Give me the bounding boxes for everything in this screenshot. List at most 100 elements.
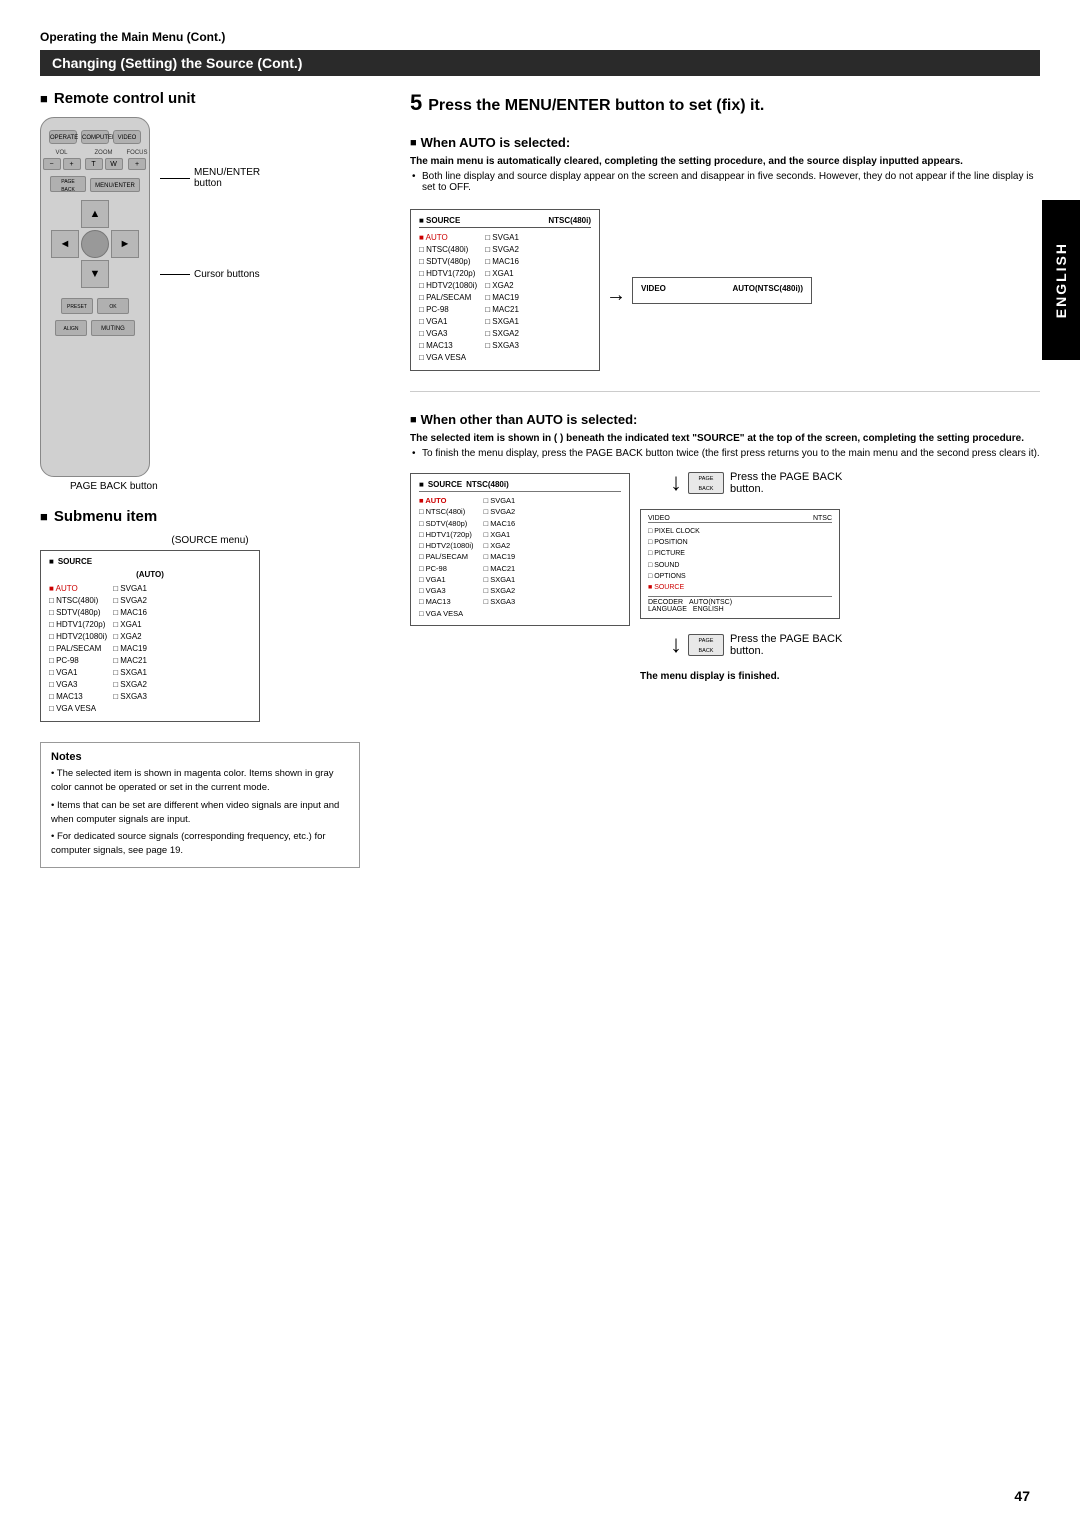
src-pc98: PC-98: [419, 304, 477, 316]
pb2-row: PAGEBACK Press the PAGE BACK button.: [688, 633, 842, 657]
remote-top-buttons: OPERATE COMPUTER VIDEO: [49, 130, 141, 144]
preset-btn[interactable]: PRESET: [61, 298, 93, 314]
cursor-annotation: Cursor buttons: [160, 269, 260, 280]
submenu-subtitle: (AUTO): [49, 570, 251, 579]
remote-wrap: OPERATE COMPUTER VIDEO VOL − +: [40, 117, 380, 477]
computer-btn[interactable]: COMPUTER: [81, 130, 109, 144]
dpad-left[interactable]: ◄: [51, 230, 79, 258]
src-xga1: XGA1: [485, 268, 519, 280]
cursor-label: Cursor buttons: [194, 269, 260, 280]
ls-ntsc480i: NTSC(480i): [419, 506, 474, 517]
source-screen: ■ SOURCE NTSC(480i) AUTO NTSC(480i) SDTV…: [410, 209, 600, 371]
submenu-title-text: SOURCE: [58, 557, 92, 566]
src-left-list: AUTO NTSC(480i) SDTV(480p) HDTV1(720p) H…: [419, 232, 477, 364]
ls-pc98: PC-98: [419, 563, 474, 574]
ok-btn[interactable]: OK: [97, 298, 129, 314]
dpad-empty-bl: [51, 260, 79, 288]
page-container: ENGLISH Operating the Main Menu (Cont.) …: [0, 0, 1080, 1528]
page-back-btn[interactable]: PAGEBACK: [50, 176, 86, 192]
arrow-right: →: [606, 284, 626, 307]
ls-sxga2: SXGA2: [484, 585, 516, 596]
when-other-section: When other than AUTO is selected: The se…: [410, 412, 1040, 682]
annot-line-1: [160, 178, 190, 179]
down-arrow-2: ↓ PAGEBACK Press the PAGE BACK button.: [670, 633, 842, 657]
sub-item-hdtv1: HDTV1(720p): [49, 619, 107, 631]
page-back-button-1[interactable]: PAGEBACK: [688, 472, 724, 494]
pb1-line2: button.: [730, 483, 842, 495]
sub-item-vga1: VGA1: [49, 667, 107, 679]
left-column: Remote control unit OPERATE COMPUTER VID…: [40, 90, 380, 868]
step5-row: 5 Press the MENU/ENTER button to set (fi…: [410, 90, 1040, 125]
video-btn[interactable]: VIDEO: [113, 130, 141, 144]
src-svga1: SVGA1: [485, 232, 519, 244]
ls-pal: PAL/SECAM: [419, 551, 474, 562]
zoom-label: ZOOM: [95, 150, 113, 156]
zoom-t[interactable]: T: [85, 158, 103, 170]
mms-language-label: LANGUAGE: [648, 606, 687, 613]
submenu-screen-icon: ■ SOURCE: [49, 557, 251, 566]
mms-video: VIDEO: [648, 515, 670, 522]
sub-item-vga3: VGA3: [49, 679, 107, 691]
pb1-line1: Press the PAGE BACK: [730, 471, 842, 483]
page-number: 47: [1014, 1488, 1030, 1504]
page-back-button-2[interactable]: PAGEBACK: [688, 634, 724, 656]
ls-sxga1: SXGA1: [484, 574, 516, 585]
pb2-text: Press the PAGE BACK button.: [730, 633, 842, 657]
align-btn[interactable]: ALIGN: [55, 320, 87, 336]
remote-heading: Remote control unit: [40, 90, 380, 107]
remote-annotations: MENU/ENTER button Cursor buttons: [160, 117, 260, 280]
other-bold1: The selected item is shown in ( ) beneat…: [410, 433, 1040, 444]
ls-sxga3: SXGA3: [484, 596, 516, 607]
main-layout: Remote control unit OPERATE COMPUTER VID…: [40, 90, 1040, 868]
mms-pixel: PIXEL CLOCK: [648, 526, 832, 537]
src-ntsc480i: NTSC(480i): [419, 244, 477, 256]
vol-label: VOL: [55, 150, 67, 156]
src-sxga2: SXGA2: [485, 328, 519, 340]
sub-item-ntsc480i: NTSC(480i): [49, 595, 107, 607]
dpad-center[interactable]: [81, 230, 109, 258]
submenu-right-list: SVGA1 SVGA2 MAC16 XGA1 XGA2 MAC19 MAC21 …: [113, 583, 147, 715]
operate-btn[interactable]: OPERATE: [49, 130, 77, 144]
english-tab: ENGLISH: [1042, 200, 1080, 360]
src-sxga3: SXGA3: [485, 340, 519, 352]
button-label: button: [194, 178, 260, 189]
operating-header: Operating the Main Menu (Cont.): [40, 30, 1040, 44]
sub-item-vgavesa: VGA VESA: [49, 703, 107, 715]
page-back-sequence: ↓ PAGEBACK Press the PAGE BACK button.: [640, 467, 842, 682]
main-menu-screen: VIDEO NTSC PIXEL CLOCK POSITION PICTURE …: [640, 509, 840, 619]
submenu-checkbox: ■: [49, 557, 54, 566]
dpad-empty-tr: [111, 200, 139, 228]
dpad-up[interactable]: ▲: [81, 200, 109, 228]
focus-plus[interactable]: +: [128, 158, 146, 170]
submenu-section: Submenu item (SOURCE menu) ■ SOURCE (AUT…: [40, 508, 380, 722]
mms-ntsc: NTSC: [813, 515, 832, 522]
src-vga1: VGA1: [419, 316, 477, 328]
vol-minus[interactable]: −: [43, 158, 61, 170]
src-mac21: MAC21: [485, 304, 519, 316]
submenu-two-col: AUTO NTSC(480i) SDTV(480p) HDTV1(720p) H…: [49, 583, 251, 715]
vol-plus[interactable]: +: [63, 158, 81, 170]
ls-svga1: SVGA1: [484, 495, 516, 506]
dpad-right[interactable]: ►: [111, 230, 139, 258]
ls-vgavesa: VGA VESA: [419, 608, 474, 619]
note-item2: • Items that can be set are different wh…: [51, 799, 349, 828]
src-sdtv: SDTV(480p): [419, 256, 477, 268]
submenu-left-list: AUTO NTSC(480i) SDTV(480p) HDTV1(720p) H…: [49, 583, 107, 715]
src-vgavesa: VGA VESA: [419, 352, 477, 364]
mms-footer: DECODER AUTO(NTSC) LANGUAGE ENGLISH: [648, 596, 832, 613]
page-menu-row: PAGEBACK MENU/ENTER: [50, 176, 140, 192]
auto-bullet: Both line display and source display app…: [410, 171, 1040, 193]
ls-mac19: MAC19: [484, 551, 516, 562]
zoom-w[interactable]: W: [105, 158, 123, 170]
press-pageback-2: PAGEBACK Press the PAGE BACK button.: [688, 633, 842, 657]
ls-hdtv1: HDTV1(720p): [419, 529, 474, 540]
auto-result-value: AUTO(NTSC(480i)): [732, 284, 803, 293]
ls-left-list: AUTO NTSC(480i) SDTV(480p) HDTV1(720p) H…: [419, 495, 474, 619]
source-screen-title: ■ SOURCE NTSC(480i): [419, 216, 591, 228]
sub-item-pc98: PC-98: [49, 655, 107, 667]
vol-controls: − +: [43, 158, 81, 170]
ls-right-list: SVGA1 SVGA2 MAC16 XGA1 XGA2 MAC19 MAC21 …: [484, 495, 516, 619]
muting-btn[interactable]: MUTING: [91, 320, 135, 336]
menu-enter-btn[interactable]: MENU/ENTER: [90, 178, 140, 192]
dpad-down[interactable]: ▼: [81, 260, 109, 288]
